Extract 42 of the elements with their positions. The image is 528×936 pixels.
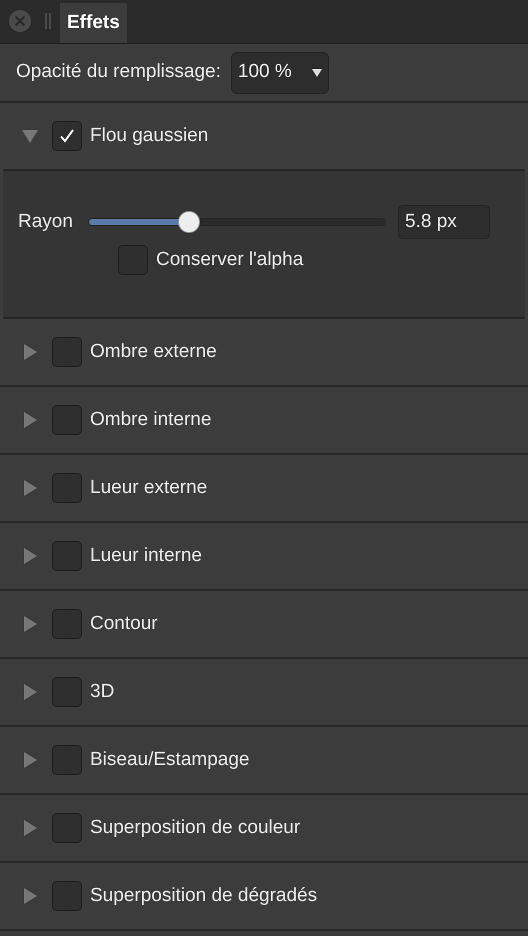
expand-arrow-icon[interactable]: [22, 820, 38, 836]
expand-arrow-icon[interactable]: [22, 412, 38, 428]
checkmark-icon: [58, 127, 76, 145]
effect-checkbox[interactable]: [52, 121, 82, 151]
opacity-dropdown[interactable]: 100 %: [230, 52, 329, 94]
radius-input[interactable]: 5.8 px: [398, 205, 490, 239]
dropdown-caret-icon: [312, 68, 322, 76]
effect-label: Biseau/Estampage: [90, 748, 250, 772]
expand-arrow-icon[interactable]: [22, 616, 38, 632]
effect-checkbox[interactable]: [52, 813, 82, 843]
effect-checkbox[interactable]: [52, 405, 82, 435]
radius-slider[interactable]: [88, 210, 386, 234]
expand-arrow-icon[interactable]: [22, 344, 38, 360]
effect-checkbox[interactable]: [52, 541, 82, 571]
collapse-arrow-icon[interactable]: [22, 128, 38, 144]
effect-label: Ombre externe: [90, 340, 217, 364]
effect-label: Superposition de couleur: [90, 816, 300, 840]
effect-label: 3D: [90, 680, 114, 704]
expand-arrow-icon[interactable]: [22, 888, 38, 904]
slider-label: Rayon: [18, 210, 74, 234]
effect-checkbox[interactable]: [52, 609, 82, 639]
effect-label: Superposition de dégradés: [90, 884, 318, 908]
effect-label: Lueur interne: [90, 544, 202, 568]
panel-tab[interactable]: Effets: [60, 3, 127, 43]
effect-label: Flou gaussien: [90, 124, 208, 148]
effect-label: Lueur externe: [90, 476, 208, 500]
effect-checkbox[interactable]: [52, 881, 82, 911]
slider-thumb[interactable]: [178, 211, 200, 233]
expand-arrow-icon[interactable]: [22, 684, 38, 700]
option-label: Conserver l'alpha: [156, 248, 304, 272]
effect-checkbox[interactable]: [52, 337, 82, 367]
effect-label: Contour: [90, 612, 158, 636]
effect-checkbox[interactable]: [52, 677, 82, 707]
fill-opacity-label: Opacité du remplissage:: [16, 60, 221, 84]
expand-arrow-icon[interactable]: [22, 548, 38, 564]
expand-arrow-icon[interactable]: [22, 752, 38, 768]
close-icon[interactable]: [8, 9, 32, 33]
effect-checkbox[interactable]: [52, 745, 82, 775]
expand-arrow-icon[interactable]: [22, 480, 38, 496]
effect-label: Ombre interne: [90, 408, 212, 432]
effect-checkbox[interactable]: [52, 473, 82, 503]
drag-handle-icon[interactable]: [44, 13, 52, 29]
